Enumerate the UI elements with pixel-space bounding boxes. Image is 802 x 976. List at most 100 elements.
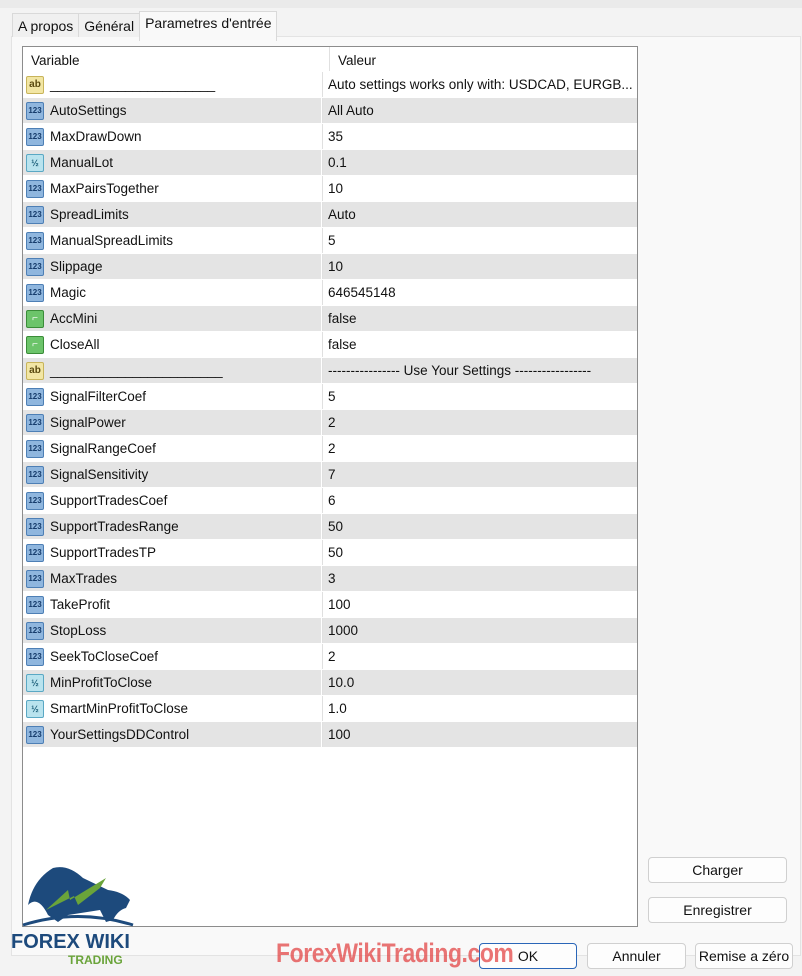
tab-input-parameters[interactable]: Parametres d'entrée	[139, 11, 278, 41]
integer-icon: 123	[26, 517, 44, 536]
value-cell[interactable]: 10.0	[322, 670, 637, 695]
variable-cell: 123 SignalPower	[23, 410, 322, 435]
integer-icon: 123	[26, 439, 44, 458]
table-row[interactable]: ½ SmartMinProfitToClose 1.0	[23, 696, 637, 722]
value-cell[interactable]: false	[322, 332, 637, 357]
value-cell[interactable]: 2	[322, 644, 637, 669]
tab-general[interactable]: Général	[78, 13, 141, 37]
table-row[interactable]: 123 MaxDrawDown 35	[23, 124, 637, 150]
variable-cell: 123 SupportTradesTP	[23, 540, 322, 565]
value-cell[interactable]: 100	[322, 592, 637, 617]
table-row[interactable]: ab ______________________ Auto settings wo…	[23, 72, 637, 98]
table-row[interactable]: 123 YourSettingsDDControl 100	[23, 722, 637, 748]
table-row[interactable]: 123 MaxTrades 3	[23, 566, 637, 592]
value-cell[interactable]: false	[322, 306, 637, 331]
value-cell[interactable]: 1.0	[322, 696, 637, 721]
variable-cell: ab ______________________	[23, 72, 322, 97]
integer-icon: 123	[26, 621, 44, 640]
table-row[interactable]: 123 SupportTradesRange 50	[23, 514, 637, 540]
value-cell[interactable]: All Auto	[322, 98, 637, 123]
value-cell[interactable]: 10	[322, 254, 637, 279]
variable-name: MaxPairsTogether	[50, 181, 159, 196]
cancel-button[interactable]: Annuler	[587, 943, 686, 969]
integer-icon: 123	[26, 725, 44, 744]
value-cell[interactable]: 10	[322, 176, 637, 201]
table-row[interactable]: 123 SpreadLimits Auto	[23, 202, 637, 228]
value-cell[interactable]: 50	[322, 540, 637, 565]
table-row[interactable]: 123 Slippage 10	[23, 254, 637, 280]
table-row[interactable]: 123 SupportTradesTP 50	[23, 540, 637, 566]
variable-cell: ½ SmartMinProfitToClose	[23, 696, 322, 721]
variable-name: TakeProfit	[50, 597, 111, 612]
column-header-variable[interactable]: Variable	[23, 47, 330, 71]
variable-cell: 123 MaxPairsTogether	[23, 176, 322, 201]
integer-icon: 123	[26, 101, 44, 120]
load-button[interactable]: Charger	[648, 857, 787, 883]
value-cell[interactable]: 5	[322, 228, 637, 253]
value-cell[interactable]: 2	[322, 436, 637, 461]
value-cell[interactable]: 2	[322, 410, 637, 435]
variable-name: SignalRangeCoef	[50, 441, 156, 456]
integer-icon: 123	[26, 231, 44, 250]
value-cell[interactable]: 646545148	[322, 280, 637, 305]
variable-cell: 123 Magic	[23, 280, 322, 305]
value-cell[interactable]: Auto settings works only with: USDCAD, E…	[322, 72, 637, 97]
table-row[interactable]: ab _______________________ ---------------…	[23, 358, 637, 384]
variable-name: SeekToCloseCoef	[50, 649, 159, 664]
value-cell[interactable]: 5	[322, 384, 637, 409]
save-button[interactable]: Enregistrer	[648, 897, 787, 923]
forexwiki-logo: FOREX WIKI TRADING	[8, 860, 153, 970]
table-row[interactable]: 123 SignalSensitivity 7	[23, 462, 637, 488]
table-row[interactable]: 123 TakeProfit 100	[23, 592, 637, 618]
variable-name: AccMini	[50, 311, 98, 326]
table-row[interactable]: ⌐ CloseAll false	[23, 332, 637, 358]
column-header-value[interactable]: Valeur	[330, 47, 637, 71]
table-row[interactable]: ½ MinProfitToClose 10.0	[23, 670, 637, 696]
integer-icon: 123	[26, 543, 44, 562]
table-row[interactable]: 123 SignalFilterCoef 5	[23, 384, 637, 410]
table-row[interactable]: 123 SignalRangeCoef 2	[23, 436, 637, 462]
value-cell[interactable]: 0.1	[322, 150, 637, 175]
table-row[interactable]: 123 SignalPower 2	[23, 410, 637, 436]
string-icon: ab	[26, 75, 44, 94]
table-row[interactable]: 123 Magic 646545148	[23, 280, 637, 306]
variable-cell: ⌐ AccMini	[23, 306, 322, 331]
integer-icon: 123	[26, 413, 44, 432]
variable-cell: 123 Slippage	[23, 254, 322, 279]
table-row[interactable]: ⌐ AccMini false	[23, 306, 637, 332]
reset-button[interactable]: Remise a zéro	[695, 943, 793, 969]
svg-text:TRADING: TRADING	[68, 953, 123, 967]
variable-name: CloseAll	[50, 337, 100, 352]
value-cell[interactable]: 3	[322, 566, 637, 591]
variable-name: ______________________	[50, 77, 216, 92]
table-row[interactable]: 123 MaxPairsTogether 10	[23, 176, 637, 202]
double-icon: ½	[26, 673, 44, 692]
variable-name: Magic	[50, 285, 87, 300]
value-cell[interactable]: 35	[322, 124, 637, 149]
value-cell[interactable]: 6	[322, 488, 637, 513]
variable-name: AutoSettings	[50, 103, 127, 118]
tab-about[interactable]: A propos	[12, 13, 80, 37]
variable-cell: 123 MaxTrades	[23, 566, 322, 591]
table-row[interactable]: 123 AutoSettings All Auto	[23, 98, 637, 124]
string-icon: ab	[26, 361, 44, 380]
table-row[interactable]: 123 ManualSpreadLimits 5	[23, 228, 637, 254]
double-icon: ½	[26, 153, 44, 172]
value-cell[interactable]: 50	[322, 514, 637, 539]
variable-name: ManualSpreadLimits	[50, 233, 174, 248]
value-cell[interactable]: ---------------- Use Your Settings -----…	[322, 358, 637, 383]
value-cell[interactable]: Auto	[322, 202, 637, 227]
variable-name: ManualLot	[50, 155, 114, 170]
variable-cell: 123 SignalSensitivity	[23, 462, 322, 487]
variable-cell: ⌐ CloseAll	[23, 332, 322, 357]
watermark: ForexWikiTrading.com	[276, 938, 514, 968]
table-row[interactable]: 123 SeekToCloseCoef 2	[23, 644, 637, 670]
dialog-window: A propos Général Parametres d'entrée Var…	[0, 0, 802, 976]
value-cell[interactable]: 7	[322, 462, 637, 487]
table-row[interactable]: 123 StopLoss 1000	[23, 618, 637, 644]
table-row[interactable]: 123 SupportTradesCoef 6	[23, 488, 637, 514]
variable-cell: 123 SignalFilterCoef	[23, 384, 322, 409]
value-cell[interactable]: 100	[322, 722, 637, 747]
table-row[interactable]: ½ ManualLot 0.1	[23, 150, 637, 176]
value-cell[interactable]: 1000	[322, 618, 637, 643]
